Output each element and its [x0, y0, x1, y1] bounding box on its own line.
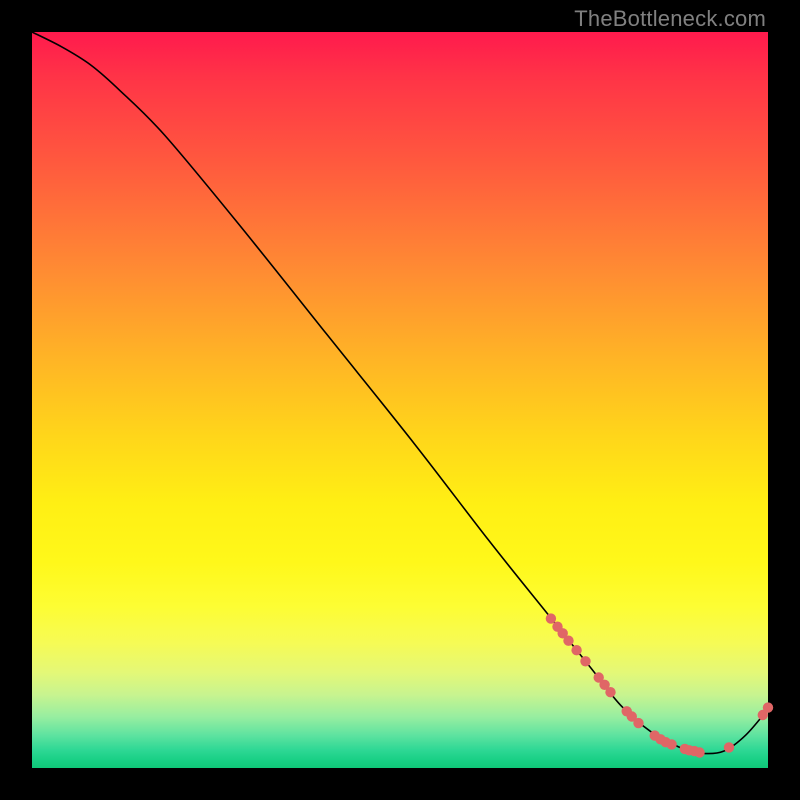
data-point	[633, 718, 643, 728]
chart-overlay	[32, 32, 768, 768]
data-point	[763, 702, 773, 712]
data-points-group	[546, 613, 774, 757]
watermark-text: TheBottleneck.com	[574, 6, 766, 32]
data-point	[605, 687, 615, 697]
bottleneck-curve	[32, 32, 768, 754]
plot-area	[32, 32, 768, 768]
data-point	[563, 636, 573, 646]
chart-stage: TheBottleneck.com	[0, 0, 800, 800]
data-point	[546, 613, 556, 623]
data-point	[666, 739, 676, 749]
data-point	[694, 747, 704, 757]
data-point	[580, 656, 590, 666]
data-point	[724, 742, 734, 752]
data-point	[571, 645, 581, 655]
